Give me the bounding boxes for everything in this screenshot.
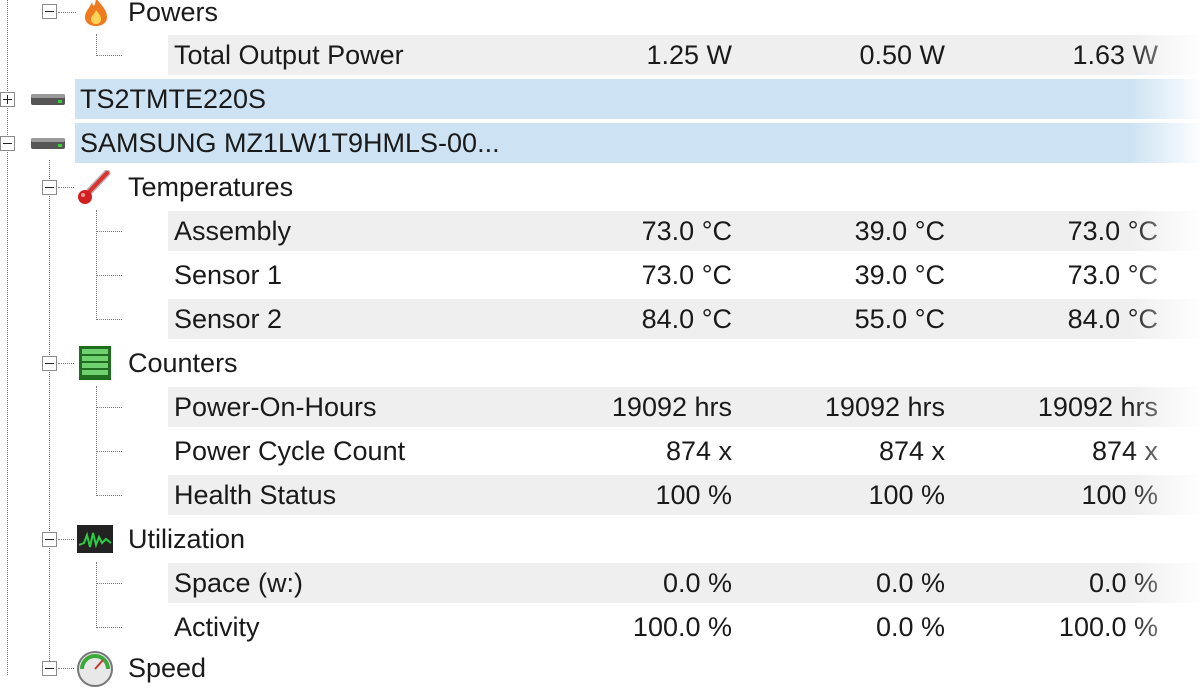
sensor-row-sensor-2[interactable]: Sensor 2 84.0 °C 55.0 °C 84.0 °C — [0, 297, 1200, 341]
min-value: 19092 hrs — [824, 392, 945, 422]
tree-connector — [96, 627, 122, 628]
current-value: 1.25 W — [646, 40, 732, 70]
min-value: 0.0 % — [875, 568, 945, 598]
group-label: Counters — [128, 348, 238, 378]
tree-row-speed[interactable]: Speed — [0, 646, 1200, 690]
current-value: 0.0 % — [662, 568, 732, 598]
sensor-label: Power Cycle Count — [174, 436, 406, 466]
collapse-toggle[interactable] — [0, 136, 15, 151]
tree-connector — [96, 55, 122, 56]
counter-icon — [79, 346, 111, 380]
min-value: 100 % — [868, 480, 945, 510]
min-value: 55.0 °C — [854, 304, 945, 334]
sensor-row-power-on-hours[interactable]: Power-On-Hours 19092 hrs 19092 hrs 19092… — [0, 385, 1200, 429]
sensor-row-activity[interactable]: Activity 100.0 % 0.0 % 100.0 % — [0, 605, 1200, 649]
group-label: Speed — [128, 653, 207, 683]
tree-connector — [58, 668, 74, 669]
device-label: SAMSUNG MZ1LW1T9HMLS-00... — [80, 128, 500, 158]
max-value: 0.0 % — [1088, 568, 1158, 598]
drive-icon — [31, 138, 65, 149]
group-label: Powers — [128, 0, 219, 27]
max-value: 100 % — [1081, 480, 1158, 510]
tree-connector — [96, 231, 122, 232]
collapse-toggle[interactable] — [42, 661, 57, 676]
max-value: 100.0 % — [1058, 612, 1158, 642]
tree-connector — [96, 451, 122, 452]
current-value: 100.0 % — [632, 612, 732, 642]
sensor-row-health-status[interactable]: Health Status 100 % 100 % 100 % — [0, 473, 1200, 517]
drive-icon — [31, 94, 65, 105]
tree-connector — [96, 275, 122, 276]
min-value: 39.0 °C — [854, 260, 945, 290]
current-value: 874 x — [665, 436, 732, 466]
flame-icon — [85, 0, 107, 26]
device-row-samsung[interactable]: SAMSUNG MZ1LW1T9HMLS-00... — [0, 121, 1200, 165]
collapse-toggle[interactable] — [42, 532, 57, 547]
tree-connector — [96, 495, 122, 496]
sensor-label: Assembly — [174, 216, 292, 246]
group-label: Temperatures — [128, 172, 294, 202]
tree-connector — [58, 12, 76, 13]
tree-connector — [58, 539, 74, 540]
tree-connector — [58, 363, 74, 364]
tree-row-utilization[interactable]: Utilization — [0, 517, 1200, 561]
expand-toggle[interactable] — [0, 92, 15, 107]
device-row-ts2tmte220s[interactable]: TS2TMTE220S — [0, 77, 1200, 121]
current-value: 19092 hrs — [611, 392, 732, 422]
min-value: 0.0 % — [875, 612, 945, 642]
sensor-label: Power-On-Hours — [174, 392, 377, 422]
device-label: TS2TMTE220S — [80, 84, 267, 114]
tree-connector — [96, 407, 122, 408]
sensor-row-power-cycle-count[interactable]: Power Cycle Count 874 x 874 x 874 x — [0, 429, 1200, 473]
thermometer-icon — [78, 170, 111, 204]
current-value: 73.0 °C — [641, 216, 732, 246]
sensor-row-sensor-1[interactable]: Sensor 1 73.0 °C 39.0 °C 73.0 °C — [0, 253, 1200, 297]
group-label: Utilization — [128, 524, 246, 554]
tree-connector — [58, 187, 74, 188]
tree-row-counters[interactable]: Counters — [0, 341, 1200, 385]
sensor-label: Health Status — [174, 480, 337, 510]
sensor-row-total-output-power[interactable]: Total Output Power 1.25 W 0.50 W 1.63 W — [0, 33, 1200, 77]
current-value: 84.0 °C — [641, 304, 732, 334]
collapse-toggle[interactable] — [42, 180, 57, 195]
min-value: 874 x — [878, 436, 945, 466]
max-value: 19092 hrs — [1037, 392, 1158, 422]
tree-connector — [96, 319, 122, 320]
max-value: 73.0 °C — [1067, 260, 1158, 290]
current-value: 100 % — [655, 480, 732, 510]
current-value: 73.0 °C — [641, 260, 732, 290]
max-value: 1.63 W — [1072, 40, 1158, 70]
gauge-icon — [77, 651, 113, 687]
activity-graph-icon — [77, 525, 113, 553]
sensor-row-assembly[interactable]: Assembly 73.0 °C 39.0 °C 73.0 °C — [0, 209, 1200, 253]
sensor-row-space[interactable]: Space (w:) 0.0 % 0.0 % 0.0 % — [0, 561, 1200, 605]
tree-row-powers[interactable]: Powers — [0, 0, 1200, 34]
max-value: 73.0 °C — [1067, 216, 1158, 246]
sensor-label: Sensor 2 — [174, 304, 283, 334]
sensor-label: Activity — [174, 612, 260, 642]
sensor-label: Space (w:) — [174, 568, 304, 598]
tree-connector — [96, 583, 122, 584]
tree-row-temperatures[interactable]: Temperatures — [0, 165, 1200, 209]
sensor-label: Sensor 1 — [174, 260, 283, 290]
min-value: 39.0 °C — [854, 216, 945, 246]
max-value: 84.0 °C — [1067, 304, 1158, 334]
min-value: 0.50 W — [859, 40, 945, 70]
sensor-tree: Powers Total Output Power 1.25 W 0.50 W … — [0, 0, 1200, 687]
max-value: 874 x — [1091, 436, 1158, 466]
collapse-toggle[interactable] — [42, 4, 57, 19]
sensor-label: Total Output Power — [174, 40, 404, 70]
collapse-toggle[interactable] — [42, 356, 57, 371]
